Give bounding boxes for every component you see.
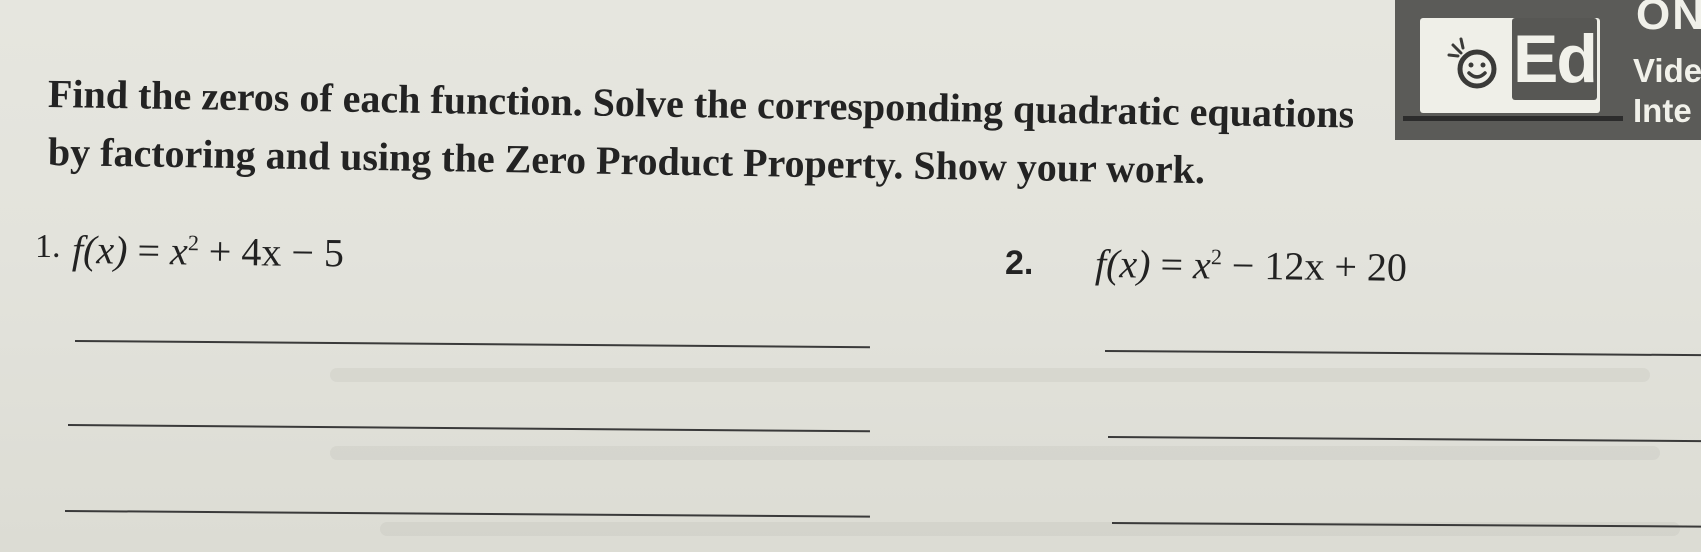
- badge-video-label: Vide: [1633, 52, 1701, 89]
- problem-1-variable: x: [169, 228, 189, 274]
- equals-sign: =: [137, 227, 161, 274]
- ed-logo-underline: [1403, 116, 1623, 121]
- problem-1-exponent: 2: [187, 230, 200, 256]
- instructions-line-1: Find the zeros of each function. Solve t…: [47, 71, 1355, 137]
- problem-2-function: f(x) = x2 − 12x + 20: [1095, 240, 1408, 291]
- problem-2-rest: − 12x + 20: [1231, 242, 1408, 290]
- smiley-sparkle-icon: [1447, 37, 1497, 89]
- answer-line-2b[interactable]: [1107, 436, 1701, 443]
- ed-logo-word: Ed: [1512, 18, 1598, 100]
- problem-2-variable: x: [1192, 242, 1212, 288]
- problem-2-number: 2.: [1005, 244, 1034, 282]
- equals-sign: =: [1160, 241, 1184, 288]
- badge-top-label: ON: [1636, 0, 1701, 39]
- problem-1-lhs: f(x): [71, 227, 128, 273]
- problem-1-function: f(x) = x2 + 4x − 5: [72, 226, 345, 276]
- problem-1-rest: + 4x − 5: [208, 228, 345, 276]
- problem-2-exponent: 2: [1210, 244, 1223, 270]
- problem-1-number: 1.: [35, 228, 61, 265]
- bleed-through-text: [330, 368, 1650, 382]
- answer-line-1b[interactable]: [67, 424, 870, 433]
- problem-2-lhs: f(x): [1094, 241, 1151, 287]
- answer-line-1a[interactable]: [74, 340, 870, 349]
- answer-line-2a[interactable]: [1104, 350, 1701, 357]
- bleed-through-text: [330, 446, 1660, 460]
- instructions-line-2: by factoring and using the Zero Product …: [47, 129, 1206, 193]
- answer-line-1c[interactable]: [64, 510, 870, 518]
- badge-interactive-label: Inte: [1633, 92, 1692, 129]
- worksheet-page: Ed ON Vide Inte Find the zeros of each f…: [0, 0, 1701, 552]
